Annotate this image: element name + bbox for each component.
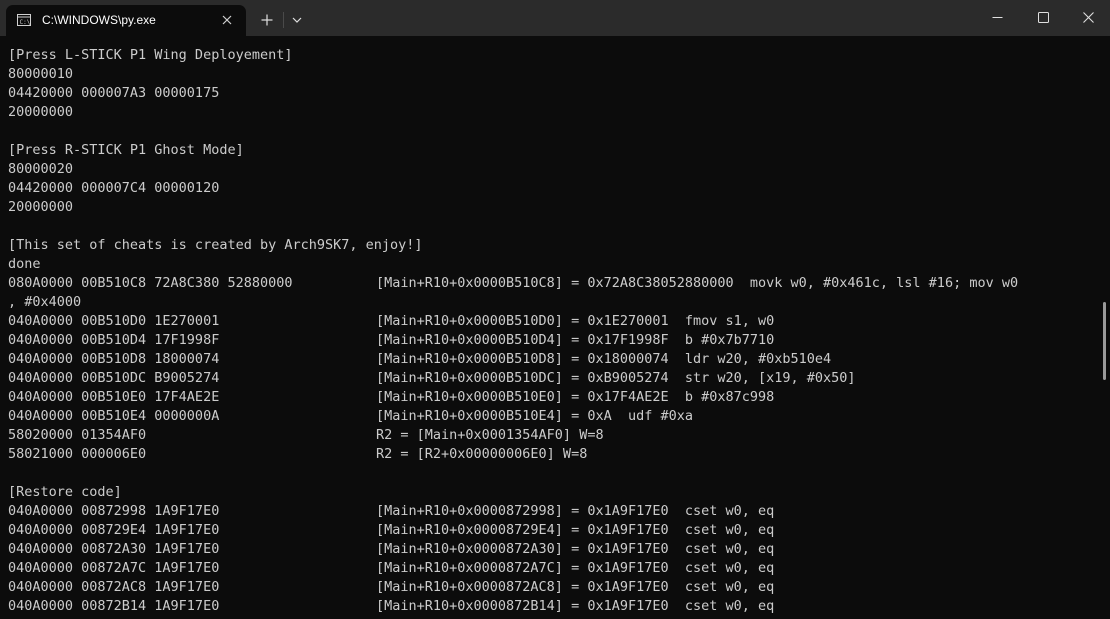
cheat-code: 040A0000 00872AC8 1A9F17E0 <box>8 579 220 595</box>
console-line: , #0x4000 <box>8 294 82 310</box>
terminal-window: C:\ C:\WINDOWS\py.exe [Press L-STICK P1 … <box>0 0 1110 619</box>
console-line: 04420000 000007C4 00000120 <box>8 180 220 196</box>
close-icon[interactable] <box>222 15 232 25</box>
cheat-code: 040A0000 00B510E4 0000000A <box>8 408 220 424</box>
console-line: [Press L-STICK P1 Wing Deployement] <box>8 47 293 63</box>
cheat-code: 040A0000 00B510D4 17F1998F <box>8 332 220 348</box>
console-line: 80000010 <box>8 66 74 82</box>
console-line: 20000000 <box>8 104 74 120</box>
cheat-disassembly: [Main+R10+0x0000872A7C] = 0x1A9F17E0 cse… <box>376 560 775 576</box>
console-line: 04420000 000007A3 00000175 <box>8 85 220 101</box>
cheat-code: 040A0000 00B510D8 18000074 <box>8 351 220 367</box>
cheat-code: 58021000 000006E0 <box>8 446 147 462</box>
console-line: [Press R-STICK P1 Ghost Mode] <box>8 142 244 158</box>
cheat-disassembly: [Main+R10+0x0000B510D0] = 0x1E270001 fmo… <box>376 313 775 329</box>
cheat-disassembly: R2 = [R2+0x00000006E0] W=8 <box>376 446 588 462</box>
console-line: 040A0000 00B510D4 17F1998F [Main+R10+0x0… <box>8 331 1098 350</box>
console-line: 040A0000 00B510E4 0000000A [Main+R10+0x0… <box>8 407 1098 426</box>
cheat-disassembly: [Main+R10+0x0000B510E4] = 0xA udf #0xa <box>376 408 693 424</box>
console-line: 20000000 <box>8 199 74 215</box>
cheat-disassembly: [Main+R10+0x0000B510D8] = 0x18000074 ldr… <box>376 351 832 367</box>
console-line: [This set of cheats is created by Arch9S… <box>8 237 423 253</box>
close-icon <box>1083 12 1094 23</box>
minimize-icon <box>992 17 1003 18</box>
cheat-disassembly: [Main+R10+0x0000872998] = 0x1A9F17E0 cse… <box>376 503 775 519</box>
cheat-disassembly: [Main+R10+0x0000B510D4] = 0x17F1998F b #… <box>376 332 775 348</box>
console-app-icon: C:\ <box>17 14 31 26</box>
maximize-icon <box>1038 12 1049 23</box>
cheat-disassembly: [Main+R10+0x0000B510E0] = 0x17F4AE2E b #… <box>376 389 775 405</box>
close-window-button[interactable] <box>1065 0 1110 34</box>
maximize-button[interactable] <box>1020 0 1066 34</box>
console-line: 80000020 <box>8 161 74 177</box>
tab-title: C:\WINDOWS\py.exe <box>42 13 156 27</box>
cheat-code: 040A0000 00B510DC B9005274 <box>8 370 220 386</box>
title-bar[interactable]: C:\ C:\WINDOWS\py.exe <box>0 0 1110 36</box>
cheat-disassembly: [Main+R10+0x0000872AC8] = 0x1A9F17E0 cse… <box>376 579 775 595</box>
svg-text:C:\: C:\ <box>20 19 31 26</box>
cheat-code: 040A0000 00B510E0 17F4AE2E <box>8 389 220 405</box>
console-line: 040A0000 00872998 1A9F17E0 [Main+R10+0x0… <box>8 502 1098 521</box>
console-line: 040A0000 00B510DC B9005274 [Main+R10+0x0… <box>8 369 1098 388</box>
cheat-code: 040A0000 00872998 1A9F17E0 <box>8 503 220 519</box>
console-line: 040A0000 00872AC8 1A9F17E0 [Main+R10+0x0… <box>8 578 1098 597</box>
console-line: 040A0000 00872A7C 1A9F17E0 [Main+R10+0x0… <box>8 559 1098 578</box>
cheat-code: 040A0000 00872A7C 1A9F17E0 <box>8 560 220 576</box>
cheat-code: 080A0000 00B510C8 72A8C380 52880000 <box>8 275 293 291</box>
cheat-disassembly: [Main+R10+0x00008729E4] = 0x1A9F17E0 cse… <box>376 522 775 538</box>
console-output[interactable]: [Press L-STICK P1 Wing Deployement] 8000… <box>8 46 1098 619</box>
cheat-code: 040A0000 008729E4 1A9F17E0 <box>8 522 220 538</box>
plus-icon[interactable] <box>261 14 273 26</box>
cheat-disassembly: [Main+R10+0x0000B510C8] = 0x72A8C3805288… <box>376 275 1019 291</box>
vertical-scrollbar[interactable] <box>1103 302 1106 380</box>
console-line: 040A0000 00B510D0 1E270001 [Main+R10+0x0… <box>8 312 1098 331</box>
console-line: 58020000 01354AF0 R2 = [Main+0x0001354AF… <box>8 426 1098 445</box>
cheat-disassembly: [Main+R10+0x0000872B14] = 0x1A9F17E0 cse… <box>376 598 775 614</box>
console-line: 040A0000 00B510D8 18000074 [Main+R10+0x0… <box>8 350 1098 369</box>
cheat-code: 58020000 01354AF0 <box>8 427 147 443</box>
console-line: 58021000 000006E0 R2 = [R2+0x00000006E0]… <box>8 445 1098 464</box>
console-line: 040A0000 00B510E0 17F4AE2E [Main+R10+0x0… <box>8 388 1098 407</box>
cheat-disassembly: R2 = [Main+0x0001354AF0] W=8 <box>376 427 604 443</box>
console-line: 040A0000 008729E4 1A9F17E0 [Main+R10+0x0… <box>8 521 1098 540</box>
console-line: 080A0000 00B510C8 72A8C380 52880000 [Mai… <box>8 274 1098 293</box>
cheat-disassembly: [Main+R10+0x0000872A30] = 0x1A9F17E0 cse… <box>376 541 775 557</box>
cheat-code: 040A0000 00872B14 1A9F17E0 <box>8 598 220 614</box>
cheat-code: 040A0000 00872A30 1A9F17E0 <box>8 541 220 557</box>
console-line: 040A0000 00872B14 1A9F17E0 [Main+R10+0x0… <box>8 597 1098 616</box>
console-line: done <box>8 256 41 272</box>
tab-separator <box>283 12 284 28</box>
tab-py-exe[interactable]: C:\ C:\WINDOWS\py.exe <box>6 5 246 36</box>
cheat-code: 040A0000 00B510D0 1E270001 <box>8 313 220 329</box>
console-line: [Restore code] <box>8 484 122 500</box>
minimize-button[interactable] <box>974 0 1020 34</box>
cheat-disassembly: [Main+R10+0x0000B510DC] = 0xB9005274 str… <box>376 370 856 386</box>
chevron-down-icon[interactable] <box>292 17 302 23</box>
console-line: 040A0000 00872A30 1A9F17E0 [Main+R10+0x0… <box>8 540 1098 559</box>
